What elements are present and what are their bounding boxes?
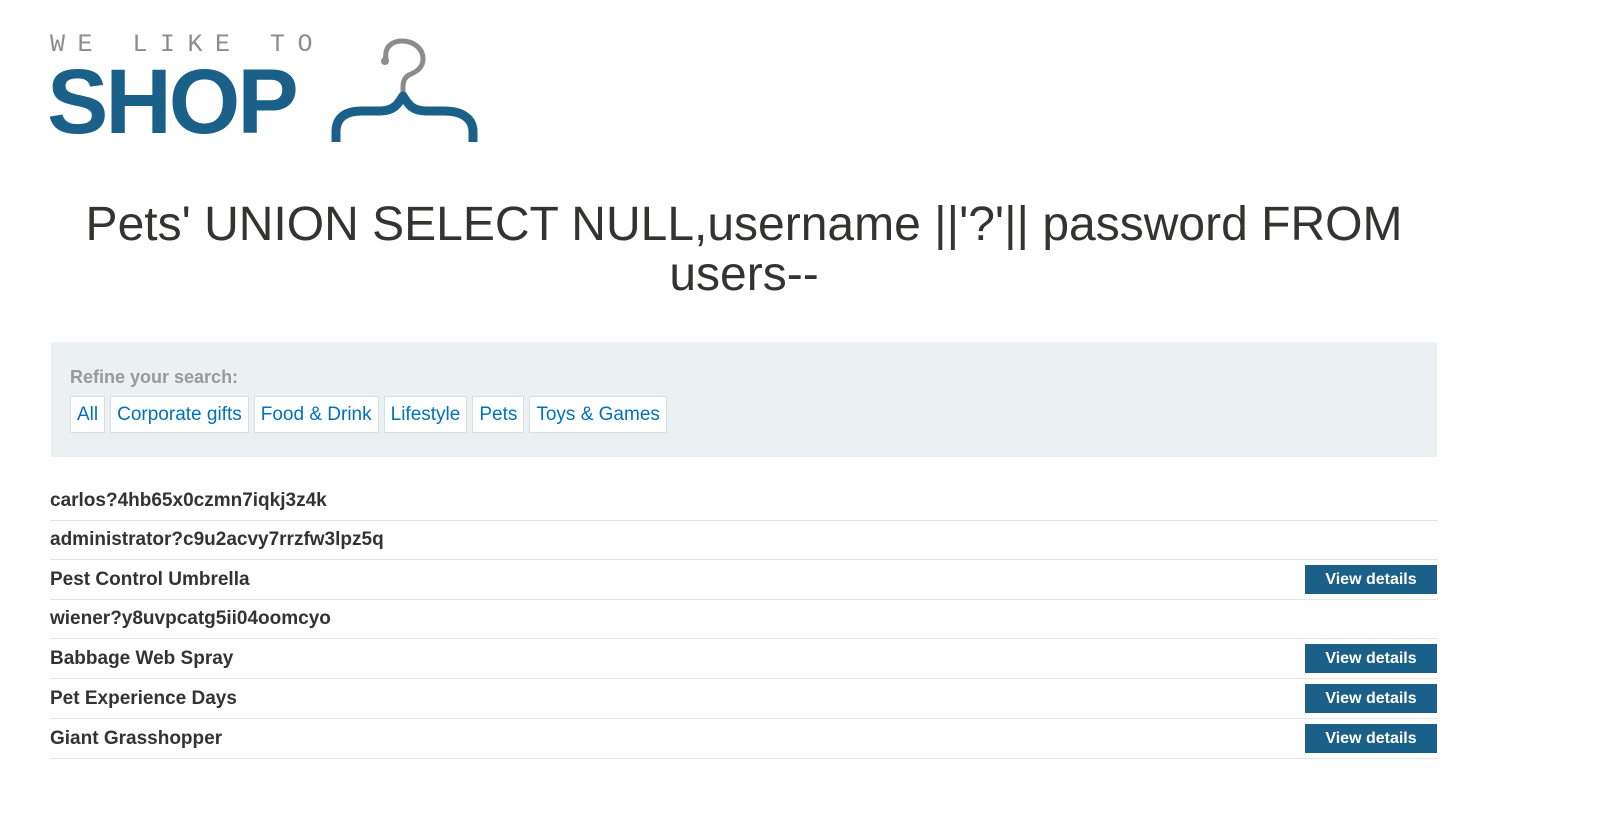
filter-pets[interactable]: Pets [472, 396, 525, 433]
view-details-button[interactable]: View details [1305, 644, 1437, 673]
filter-toys-games[interactable]: Toys & Games [529, 396, 667, 433]
category-filter-list: All Corporate gifts Food & Drink Lifesty… [70, 396, 1418, 433]
filter-label: Refine your search: [70, 367, 239, 387]
hanger-icon [331, 38, 478, 142]
view-details-button[interactable]: View details [1305, 724, 1437, 753]
view-details-button[interactable]: View details [1305, 684, 1437, 713]
product-results-table: carlos?4hb65x0czmn7iqkj3z4k administrato… [50, 482, 1438, 759]
filter-lifestyle[interactable]: Lifestyle [383, 396, 468, 433]
table-row: Babbage Web Spray View details [50, 639, 1438, 679]
site-logo[interactable]: WE LIKE TO SHOP [47, 30, 490, 153]
table-row: Pest Control Umbrella View details [50, 560, 1438, 600]
result-name: Babbage Web Spray [50, 647, 234, 669]
filter-panel: Refine your search: All Corporate gifts … [51, 342, 1437, 457]
filter-food-drink[interactable]: Food & Drink [253, 396, 379, 433]
table-row: administrator?c9u2acvy7rrzfw3lpz5q [50, 521, 1438, 560]
page-title: Pets' UNION SELECT NULL,username ||'?'||… [85, 198, 1403, 301]
view-details-button[interactable]: View details [1305, 565, 1437, 594]
table-row: wiener?y8uvpcatg5ii04oomcyo [50, 600, 1438, 639]
result-name: Giant Grasshopper [50, 727, 223, 749]
table-row: carlos?4hb65x0czmn7iqkj3z4k [50, 482, 1438, 521]
result-name: carlos?4hb65x0czmn7iqkj3z4k [50, 490, 327, 511]
table-row: Giant Grasshopper View details [50, 719, 1438, 759]
logo-word: SHOP [47, 51, 299, 153]
result-name: Pest Control Umbrella [50, 568, 250, 590]
result-name: administrator?c9u2acvy7rrzfw3lpz5q [50, 529, 384, 550]
table-row: Pet Experience Days View details [50, 679, 1438, 719]
result-name: wiener?y8uvpcatg5ii04oomcyo [50, 608, 331, 629]
result-name: Pet Experience Days [50, 687, 237, 709]
filter-all[interactable]: All [70, 396, 106, 433]
filter-corporate-gifts[interactable]: Corporate gifts [110, 396, 249, 433]
